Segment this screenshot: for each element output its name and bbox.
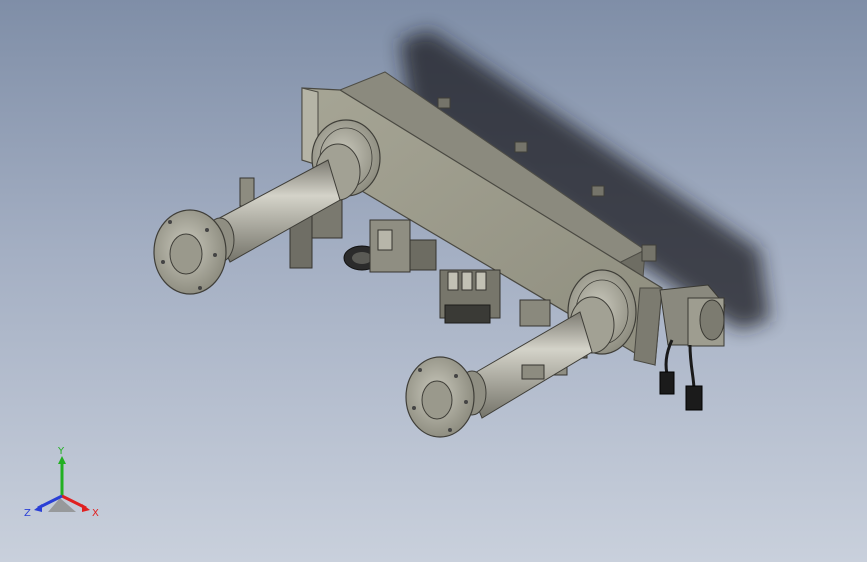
graphics-viewport[interactable]: Y X Z — [0, 0, 867, 562]
orientation-triad[interactable]: Y X Z — [22, 446, 112, 526]
z-axis-label: Z — [24, 508, 31, 519]
y-axis-label: Y — [57, 446, 65, 457]
x-axis-head — [82, 504, 90, 512]
servo-motor[interactable] — [659, 284, 726, 411]
assembly-model[interactable] — [0, 0, 867, 562]
x-axis-label: X — [92, 508, 99, 519]
y-axis-head — [58, 456, 66, 464]
z-axis-head — [34, 504, 42, 512]
upper-shaft-assembly[interactable] — [153, 119, 381, 295]
